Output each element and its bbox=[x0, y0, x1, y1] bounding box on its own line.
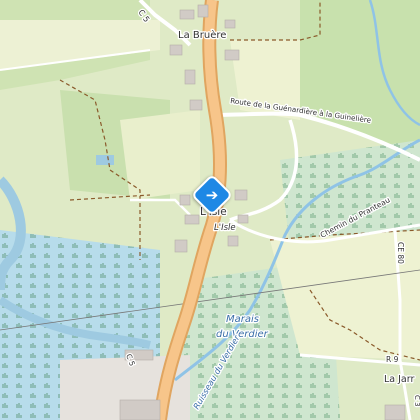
label-la-jarrie: La Jarr bbox=[384, 374, 414, 385]
label-lisle-italic: L'Isle bbox=[214, 223, 236, 233]
label-marais-line2: du Verdier bbox=[216, 329, 269, 340]
pond bbox=[96, 155, 114, 165]
label-vertical-road: C 3 bbox=[413, 395, 420, 407]
field-center bbox=[120, 110, 200, 200]
label-r9: R 9 bbox=[386, 355, 399, 364]
map-canvas[interactable]: C 5 La Bruère Route de la Guénardière à … bbox=[0, 0, 420, 420]
label-ce80: CE 80 bbox=[396, 242, 405, 264]
label-la-bruere: La Bruère bbox=[178, 29, 226, 41]
turn-right-direction-icon: ➔ bbox=[205, 186, 219, 204]
label-marais-line1: Marais bbox=[226, 314, 259, 325]
